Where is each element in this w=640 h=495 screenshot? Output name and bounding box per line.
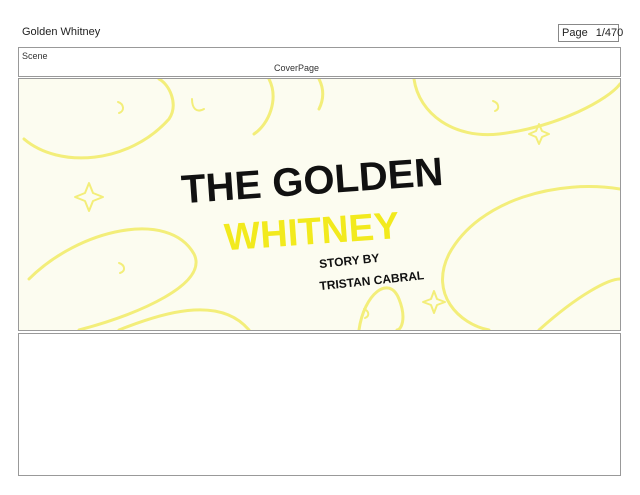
credit-line-2: TRISTAN CABRAL <box>319 268 425 293</box>
scene-name: CoverPage <box>274 63 320 73</box>
credit-line-1: STORY BY <box>318 251 380 271</box>
storyboard-panel-1[interactable]: THE GOLDEN WHITNEY STORY BY TRISTAN CABR… <box>18 78 621 331</box>
scene-label: Scene <box>22 51 48 61</box>
page-number: 1/470 <box>595 27 624 39</box>
cover-artwork: THE GOLDEN WHITNEY STORY BY TRISTAN CABR… <box>22 79 620 330</box>
page-label: Page <box>562 27 588 39</box>
small-doodles <box>117 98 500 319</box>
page-indicator: Page 1/470 <box>558 24 623 42</box>
storyboard-panel-2[interactable] <box>18 333 621 476</box>
scene-header: Scene CoverPage <box>18 47 621 77</box>
cover-title-line-1: THE GOLDEN <box>180 150 445 212</box>
project-title: Golden Whitney <box>22 26 101 38</box>
